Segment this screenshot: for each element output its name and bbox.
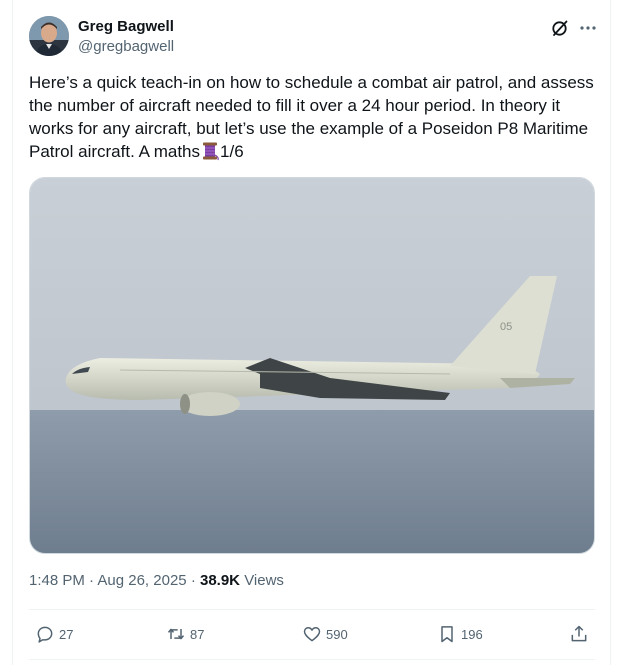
like-icon <box>303 627 321 642</box>
author-handle[interactable]: @gregbagwell <box>78 38 174 55</box>
author-name[interactable]: Greg Bagwell <box>78 18 174 35</box>
more-icon[interactable] <box>578 18 598 38</box>
tweet-text: Here’s a quick teach-in on how to schedu… <box>29 71 595 163</box>
views-label: Views <box>244 572 284 589</box>
bookmark-count: 196 <box>461 626 483 642</box>
bookmark-icon <box>441 626 453 643</box>
tweet-image[interactable]: 05 <box>29 177 595 554</box>
divider <box>29 609 595 610</box>
card-border-right <box>610 0 611 665</box>
bookmark-button[interactable]: 196 <box>437 622 483 646</box>
avatar[interactable] <box>29 16 69 56</box>
reply-count: 27 <box>59 626 74 642</box>
share-icon <box>571 625 587 642</box>
views-count: 38.9K <box>199 572 241 589</box>
meta-separator: · <box>89 572 95 589</box>
like-button[interactable]: 590 <box>302 622 348 646</box>
card-border-left <box>12 0 13 665</box>
tail-number: 05 <box>500 321 512 333</box>
repost-count: 87 <box>190 626 205 642</box>
repost-button[interactable]: 87 <box>166 622 204 646</box>
thread-marker: 1/6 <box>220 142 244 161</box>
reply-button[interactable]: 27 <box>35 622 73 646</box>
like-count: 590 <box>326 626 348 642</box>
reply-icon <box>37 626 53 643</box>
tweet-meta: 1:48 PM · Aug 26, 2025 · 38.9K Views <box>29 572 284 589</box>
repost-icon <box>167 628 185 640</box>
grok-icon[interactable] <box>550 18 570 38</box>
thread-spool-icon <box>200 141 220 161</box>
meta-separator-2: · <box>190 572 196 589</box>
tweet-time[interactable]: 1:48 PM <box>29 572 85 589</box>
tweet-body: Here’s a quick teach-in on how to schedu… <box>29 73 594 161</box>
tweet-date[interactable]: Aug 26, 2025 <box>97 572 186 589</box>
share-button[interactable] <box>569 622 589 646</box>
divider-bottom <box>29 659 595 660</box>
